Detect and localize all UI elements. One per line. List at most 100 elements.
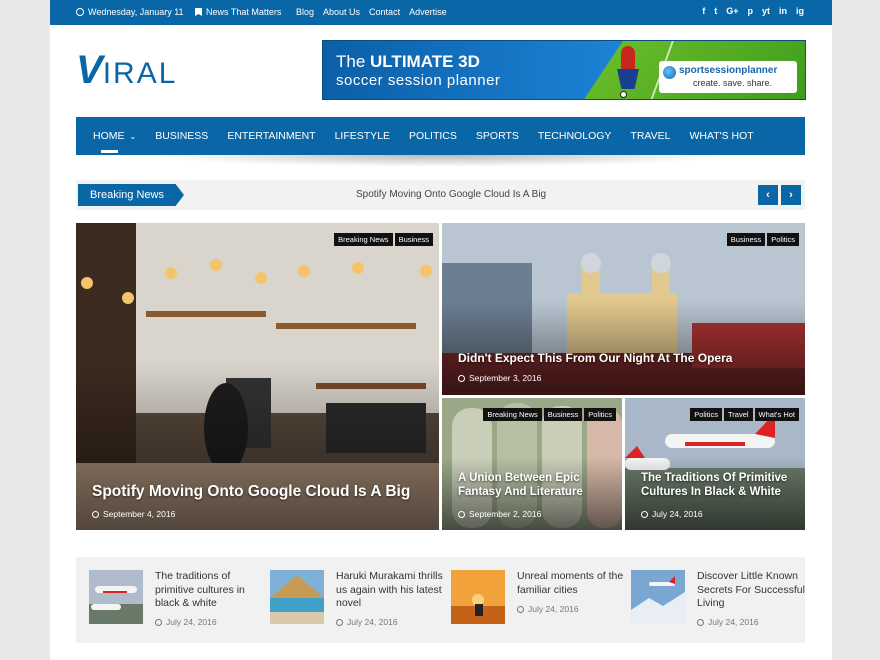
tile-date: September 2, 2016 xyxy=(458,509,541,519)
featured-bottom-left-tile[interactable]: Breaking News Business Politics A Union … xyxy=(442,398,622,530)
nav-entertainment[interactable]: ENTERTAINMENT xyxy=(227,117,315,155)
bookmark-icon xyxy=(195,8,202,16)
player-figure xyxy=(621,46,635,72)
list-item[interactable]: Unreal moments of the familiar cities Ju… xyxy=(451,570,623,630)
featured-bottom-right-tile[interactable]: Politics Travel What's Hot The Tradition… xyxy=(625,398,805,530)
clock-icon xyxy=(458,374,465,382)
logo-initial: V xyxy=(76,48,103,92)
post-date-text: July 24, 2016 xyxy=(166,617,217,627)
post-title[interactable]: Haruki Murakami thrills us again with hi… xyxy=(336,570,452,611)
tile-title[interactable]: Spotify Moving Onto Google Cloud Is A Bi… xyxy=(92,483,410,501)
tile-date: September 3, 2016 xyxy=(458,373,541,383)
tagline: News That Matters xyxy=(195,7,281,17)
post-title[interactable]: The traditions of primitive cultures in … xyxy=(155,570,271,611)
tile-date: July 24, 2016 xyxy=(641,509,703,519)
featured-top-right-tile[interactable]: Business Politics Didn't Expect This Fro… xyxy=(442,223,805,395)
tile-tags: Business Politics xyxy=(726,233,799,246)
tag-business[interactable]: Business xyxy=(543,408,583,421)
clock-icon xyxy=(92,510,99,518)
nav-whats-hot[interactable]: WHAT'S HOT xyxy=(689,117,753,155)
clock-icon xyxy=(155,618,162,626)
nav-technology[interactable]: TECHNOLOGY xyxy=(538,117,612,155)
prev-arrow-button[interactable]: ‹ xyxy=(758,185,778,205)
nav-sports[interactable]: SPORTS xyxy=(476,117,519,155)
post-date: July 24, 2016 xyxy=(336,617,398,627)
tile-tags: Breaking News Business Politics xyxy=(483,408,616,421)
clock-icon xyxy=(336,618,343,626)
instagram-icon[interactable]: ig xyxy=(796,6,804,16)
list-item[interactable]: The traditions of primitive cultures in … xyxy=(89,570,259,630)
banner-subline: soccer session planner xyxy=(336,72,501,89)
banner-brand: sportsessionplanner xyxy=(679,65,778,76)
banner-ad[interactable]: The ULTIMATE 3D soccer session planner s… xyxy=(322,40,806,100)
linkedin-icon[interactable]: in xyxy=(779,6,787,16)
tag-breaking-news[interactable]: Breaking News xyxy=(334,233,393,246)
chevron-down-icon: ⌄ xyxy=(129,132,137,141)
clock-icon xyxy=(458,510,465,518)
nav-business[interactable]: BUSINESS xyxy=(155,117,208,155)
google-plus-icon[interactable]: G+ xyxy=(726,6,738,16)
twitter-icon[interactable]: t xyxy=(714,6,717,16)
post-title[interactable]: Discover Little Known Secrets For Succes… xyxy=(697,570,813,611)
tile-tags: Breaking News Business xyxy=(334,233,433,246)
post-date-text: July 24, 2016 xyxy=(708,617,759,627)
date-display: Wednesday, January 11 xyxy=(76,7,184,17)
tile-date-text: July 24, 2016 xyxy=(652,509,703,519)
list-item[interactable]: Discover Little Known Secrets For Succes… xyxy=(631,570,805,630)
post-title[interactable]: Unreal moments of the familiar cities xyxy=(517,570,633,597)
tag-whats-hot[interactable]: What's Hot xyxy=(754,408,799,421)
tile-date-text: September 3, 2016 xyxy=(469,373,542,383)
post-date: July 24, 2016 xyxy=(697,617,759,627)
nav-travel[interactable]: TRAVEL xyxy=(630,117,670,155)
tile-date: September 4, 2016 xyxy=(92,509,175,519)
banner-headline: The ULTIMATE 3D xyxy=(336,52,480,72)
post-thumbnail xyxy=(631,570,685,624)
nav-home-label: HOME xyxy=(93,130,125,142)
top-bar: Wednesday, January 11 News That Matters … xyxy=(50,0,832,25)
site-logo[interactable]: V IRAL xyxy=(76,48,178,92)
nav-politics[interactable]: POLITICS xyxy=(409,117,457,155)
tag-politics[interactable]: Politics xyxy=(767,233,799,246)
top-menu: Blog About Us Contact Advertise xyxy=(296,7,447,17)
facebook-icon[interactable]: f xyxy=(702,6,705,16)
top-menu-contact[interactable]: Contact xyxy=(369,7,400,17)
clock-icon xyxy=(641,510,648,518)
tag-politics[interactable]: Politics xyxy=(690,408,722,421)
featured-main-tile[interactable]: Breaking News Business Spotify Moving On… xyxy=(76,223,439,530)
breaking-news-headline[interactable]: Spotify Moving Onto Google Cloud Is A Bi… xyxy=(356,189,546,200)
clock-icon xyxy=(697,618,704,626)
tag-travel[interactable]: Travel xyxy=(723,408,753,421)
tile-gradient xyxy=(76,361,439,530)
logo-wordmark: IRAL xyxy=(102,57,178,90)
banner-headline-pre: The xyxy=(336,52,371,71)
tag-business[interactable]: Business xyxy=(394,233,433,246)
nav-home[interactable]: HOME ⌄ xyxy=(93,117,136,155)
tile-title[interactable]: A Union Between Epic Fantasy And Literat… xyxy=(458,471,598,499)
post-date-text: July 24, 2016 xyxy=(528,604,579,614)
post-date: July 24, 2016 xyxy=(517,604,579,614)
tag-business[interactable]: Business xyxy=(726,233,766,246)
top-menu-blog[interactable]: Blog xyxy=(296,7,314,17)
banner-brand-badge: sportsessionplanner create. save. share. xyxy=(659,61,797,93)
clock-icon xyxy=(76,8,84,16)
post-date-text: July 24, 2016 xyxy=(347,617,398,627)
tile-tags: Politics Travel What's Hot xyxy=(690,408,799,421)
post-thumbnail xyxy=(89,570,143,624)
top-menu-advertise[interactable]: Advertise xyxy=(409,7,447,17)
tile-date-text: September 4, 2016 xyxy=(103,509,176,519)
breaking-news-bar: Breaking News Spotify Moving Onto Google… xyxy=(76,180,805,210)
next-arrow-button[interactable]: › xyxy=(781,185,801,205)
banner-headline-bold: ULTIMATE 3D xyxy=(370,52,480,71)
pinterest-icon[interactable]: p xyxy=(747,6,753,16)
list-item[interactable]: Haruki Murakami thrills us again with hi… xyxy=(270,570,443,630)
tile-title[interactable]: Didn't Expect This From Our Night At The… xyxy=(458,351,732,365)
tag-breaking-news[interactable]: Breaking News xyxy=(483,408,542,421)
youtube-icon[interactable]: yt xyxy=(762,6,770,16)
nav-lifestyle[interactable]: LIFESTYLE xyxy=(335,117,390,155)
tile-title[interactable]: The Traditions Of Primitive Cultures In … xyxy=(641,471,796,499)
nav-shadow xyxy=(150,155,730,167)
ball-icon xyxy=(620,91,627,98)
latest-posts-strip: The traditions of primitive cultures in … xyxy=(76,557,805,643)
tag-politics[interactable]: Politics xyxy=(584,408,616,421)
top-menu-about[interactable]: About Us xyxy=(323,7,360,17)
